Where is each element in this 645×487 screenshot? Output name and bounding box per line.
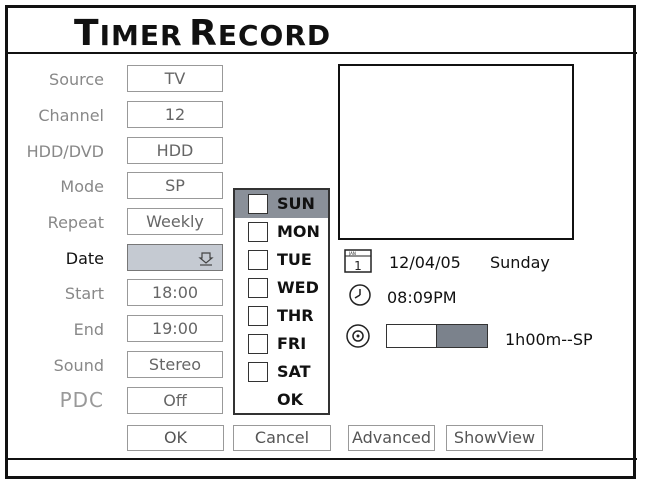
calendar-icon: JAN 1 xyxy=(344,248,374,278)
repeat-label: Repeat xyxy=(47,213,104,232)
end-label: End xyxy=(73,320,104,339)
repeat-field[interactable]: Weekly xyxy=(127,208,223,235)
day-picker: SUN MON TUE WED THR FRI SAT OK xyxy=(233,188,330,415)
time-text: 08:09PM xyxy=(387,288,457,307)
day-checkbox[interactable] xyxy=(248,334,268,354)
footer-divider xyxy=(8,458,637,460)
svg-text:1: 1 xyxy=(354,259,362,273)
date-label: Date xyxy=(65,249,104,268)
space-usage-bar xyxy=(386,324,488,348)
channel-label: Channel xyxy=(38,106,104,125)
ok-button[interactable]: OK xyxy=(127,425,224,451)
source-field[interactable]: TV xyxy=(127,65,223,92)
day-option-fri[interactable]: FRI xyxy=(235,330,328,358)
day-checkbox[interactable] xyxy=(248,306,268,326)
svg-text:JAN: JAN xyxy=(348,251,356,256)
sound-field[interactable]: Stereo xyxy=(127,351,223,378)
day-picker-ok[interactable]: OK xyxy=(235,386,328,414)
day-checkbox[interactable] xyxy=(248,250,268,270)
start-field[interactable]: 18:00 xyxy=(127,279,223,306)
clock-icon xyxy=(348,283,372,311)
day-checkbox[interactable] xyxy=(248,194,268,214)
pdc-field[interactable]: Off xyxy=(127,387,223,414)
day-option-sun[interactable]: SUN xyxy=(235,190,328,218)
date-text: 12/04/05 xyxy=(389,253,461,272)
pdc-label: PDC xyxy=(59,388,104,412)
calendar-picker-icon xyxy=(198,249,214,274)
space-usage-fill xyxy=(436,325,487,347)
mode-label: Mode xyxy=(60,177,104,196)
title-divider xyxy=(8,52,637,54)
day-option-sat[interactable]: SAT xyxy=(235,358,328,386)
hdd-dvd-label: HDD/DVD xyxy=(26,142,104,161)
advanced-button[interactable]: Advanced xyxy=(348,425,435,451)
weekday-text: Sunday xyxy=(490,253,550,272)
source-label: Source xyxy=(49,70,104,89)
channel-field[interactable]: 12 xyxy=(127,101,223,128)
hdd-dvd-field[interactable]: HDD xyxy=(127,137,223,164)
day-checkbox[interactable] xyxy=(248,362,268,382)
duration-text: 1h00m--SP xyxy=(505,330,593,349)
day-option-mon[interactable]: MON xyxy=(235,218,328,246)
cancel-button[interactable]: Cancel xyxy=(233,425,331,451)
end-field[interactable]: 19:00 xyxy=(127,315,223,342)
day-option-tue[interactable]: TUE xyxy=(235,246,328,274)
mode-field[interactable]: SP xyxy=(127,172,223,199)
day-option-thr[interactable]: THR xyxy=(235,302,328,330)
date-field[interactable] xyxy=(127,244,223,271)
video-preview xyxy=(338,64,574,240)
showview-button[interactable]: ShowView xyxy=(446,425,543,451)
day-checkbox[interactable] xyxy=(248,278,268,298)
day-checkbox[interactable] xyxy=(248,222,268,242)
sound-label: Sound xyxy=(53,356,104,375)
disc-icon xyxy=(345,323,371,353)
start-label: Start xyxy=(64,284,104,303)
day-option-wed[interactable]: WED xyxy=(235,274,328,302)
